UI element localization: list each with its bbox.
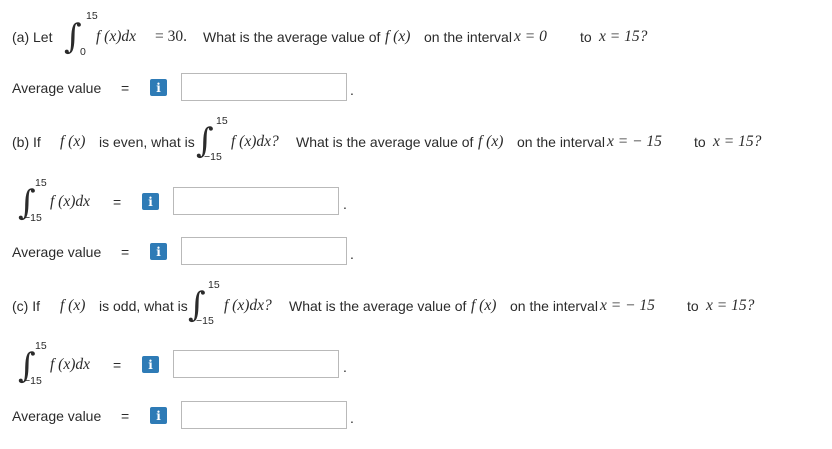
condition-text: is even, what is: [99, 134, 195, 150]
integral-b-input[interactable]: [173, 187, 339, 215]
integral-upper-limit: 15: [35, 340, 47, 352]
info-icon[interactable]: i: [150, 79, 167, 96]
integral-upper-limit: 15: [208, 279, 220, 291]
function-notation: f (x): [60, 133, 86, 150]
integral-upper-limit: 15: [216, 115, 228, 127]
average-value-label: Average value: [12, 244, 102, 260]
part-b-label: (b) If: [12, 134, 41, 150]
period: .: [350, 246, 354, 262]
integral-c-input[interactable]: [173, 350, 339, 378]
integrand: f (x)dx?: [224, 297, 272, 314]
question-text: What is the average value of: [203, 29, 381, 45]
integrand: f (x)dx: [96, 28, 137, 45]
period: .: [350, 82, 354, 98]
equals-sign: =: [121, 408, 130, 424]
interval-text: on the interval: [424, 29, 512, 45]
equals-sign: =: [113, 357, 122, 373]
to-word: to: [580, 29, 592, 45]
interval-end: x = 15?: [599, 28, 648, 45]
part-c-label: (c) If: [12, 298, 40, 314]
average-value-a-input[interactable]: [181, 73, 347, 101]
average-value-c-input[interactable]: [181, 401, 347, 429]
condition-text: is odd, what is: [99, 298, 188, 314]
interval-end: x = 15?: [713, 133, 762, 150]
equals-sign: =: [113, 194, 122, 210]
integral-value: = 30.: [155, 28, 187, 45]
interval-end: x = 15?: [706, 297, 755, 314]
info-icon[interactable]: i: [142, 193, 159, 210]
integral-lower-limit: −15: [204, 151, 222, 163]
period: .: [343, 196, 347, 212]
integral-upper-limit: 15: [35, 177, 47, 189]
function-notation: f (x): [471, 297, 497, 314]
integrand: f (x)dx?: [231, 133, 279, 150]
question-text: What is the average value of: [289, 298, 467, 314]
function-notation: f (x): [60, 297, 86, 314]
info-icon[interactable]: i: [150, 407, 167, 424]
equals-sign: =: [121, 244, 130, 260]
integral-lower-limit: −15: [196, 315, 214, 327]
period: .: [343, 359, 347, 375]
period: .: [350, 410, 354, 426]
interval-start: x = 0: [514, 28, 547, 45]
interval-start: x = − 15: [607, 133, 662, 150]
integral-lower-limit: −15: [24, 375, 42, 387]
interval-text: on the interval: [510, 298, 598, 314]
to-word: to: [687, 298, 699, 314]
equals-sign: =: [121, 80, 130, 96]
info-icon[interactable]: i: [142, 356, 159, 373]
integrand: f (x)dx: [50, 356, 91, 373]
interval-start: x = − 15: [600, 297, 655, 314]
integrand: f (x)dx: [50, 193, 91, 210]
function-notation: f (x): [385, 28, 411, 45]
integral-upper-limit: 15: [86, 10, 98, 22]
integral-lower-limit: −15: [24, 212, 42, 224]
to-word: to: [694, 134, 706, 150]
function-notation: f (x): [478, 133, 504, 150]
info-icon[interactable]: i: [150, 243, 167, 260]
part-a-label: (a) Let: [12, 29, 53, 45]
interval-text: on the interval: [517, 134, 605, 150]
average-value-b-input[interactable]: [181, 237, 347, 265]
question-text: What is the average value of: [296, 134, 474, 150]
integral-lower-limit: 0: [80, 46, 86, 58]
average-value-label: Average value: [12, 80, 102, 96]
average-value-label: Average value: [12, 408, 102, 424]
